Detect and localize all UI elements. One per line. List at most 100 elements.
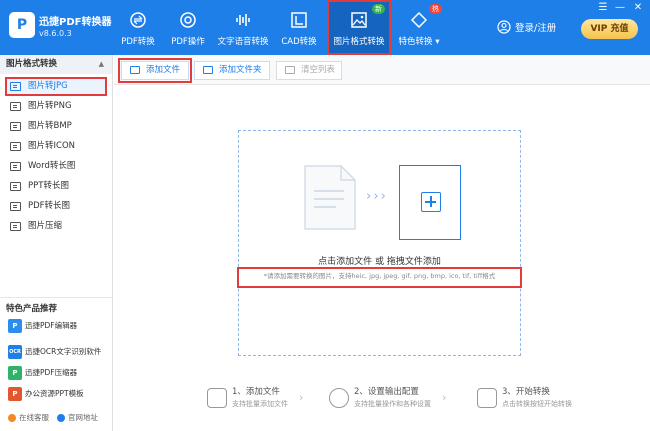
image-file-icon [10, 82, 21, 91]
nav-pdf-convert[interactable]: PDF转换 [113, 0, 163, 55]
nav-label: PDF转换 [121, 37, 155, 47]
folder-icon [203, 66, 213, 74]
nav-label: PDF操作 [171, 37, 205, 47]
gear-icon [329, 388, 349, 408]
nav-text-voice[interactable]: 文字语音转换 [213, 0, 273, 55]
product-pdf-compressor[interactable]: P 迅捷PDF压缩器 [6, 363, 111, 383]
sidebar-item-pdf-to-long-image[interactable]: PDF转长图 [6, 198, 106, 215]
add-folder-label: 添加文件夹 [219, 65, 262, 75]
app-window: P 迅捷PDF转换器 v8.6.0.3 PDF转换 PDF操作 文字语音转换 C… [0, 0, 650, 431]
step-title: 1、添加文件 [232, 387, 280, 397]
ppt-file-icon [10, 182, 21, 191]
website-link[interactable]: 官网地址 [68, 412, 98, 423]
clear-list-label: 清空列表 [301, 65, 336, 75]
sidebar-item-label: PDF转长图 [28, 201, 71, 211]
step-title: 3、开始转换 [502, 387, 550, 397]
nav-label: 图片格式转换 [333, 37, 385, 47]
nav-image-convert[interactable]: 图片格式转换 新 [327, 0, 391, 55]
product-pdf-editor[interactable]: P 迅捷PDF编辑器 [6, 316, 111, 336]
nav-cad-convert[interactable]: CAD转换 [273, 0, 325, 55]
steps-guide: 1、添加文件 支持批量添加文件 › 2、设置输出配置 支持批量操作和各种设置 ›… [114, 385, 650, 415]
chevron-up-icon: ▲ [98, 60, 104, 68]
step-add-file: 1、添加文件 支持批量添加文件 [207, 385, 288, 415]
product-ocr[interactable]: OCR 迅捷OCR文字识别软件 [6, 342, 111, 362]
product-label: 迅捷PDF压缩器 [25, 368, 78, 377]
sidebar-item-label: 图片压缩 [28, 221, 63, 231]
image-file-icon [10, 122, 21, 131]
ppt-template-icon: P [8, 387, 22, 401]
pdf-editor-icon: P [8, 319, 22, 333]
pdf-file-icon [10, 202, 21, 211]
product-label: 办公资源PPT模板 [25, 389, 84, 398]
sidebar-item-label: 图片转BMP [28, 121, 72, 131]
sidebar-item-word-to-long-image[interactable]: Word转长图 [6, 158, 106, 175]
sidebar-item-image-to-icon[interactable]: 图片转ICON [6, 138, 106, 155]
sidebar-item-image-to-jpg[interactable]: 图片转JPG [5, 77, 107, 96]
add-folder-button[interactable]: 添加文件夹 [194, 61, 270, 80]
main-panel: 添加文件 添加文件夹 清空列表 › › › 点击添加文件 或 拖拽文件添加 *请… [114, 55, 650, 431]
pdf-operation-icon [180, 12, 196, 28]
ocr-icon: OCR [8, 345, 22, 359]
sidebar-item-image-to-png[interactable]: 图片转PNG [6, 98, 106, 115]
app-logo-icon: P [9, 12, 35, 38]
menu-icon[interactable]: ☰ [596, 2, 610, 13]
minimize-icon[interactable]: — [613, 2, 627, 13]
sidebar-item-label: 图片转PNG [28, 101, 72, 111]
convert-step-icon [477, 388, 497, 408]
sidebar-section-header[interactable]: 图片格式转换 ▲ [0, 55, 112, 74]
text-voice-icon [236, 14, 250, 26]
nav-label: CAD转换 [281, 37, 317, 47]
image-file-icon [10, 102, 21, 111]
supported-formats-hint: *请添加需要转换的图片，支持heic, jpg, jpeg, gif, png,… [237, 267, 522, 288]
new-badge: 新 [372, 4, 385, 14]
sidebar: 图片格式转换 ▲ 图片转JPG 图片转PNG 图片转BMP 图片转ICON Wo… [0, 55, 113, 431]
vip-recharge-button[interactable]: VIP 充值 [581, 19, 638, 39]
sidebar-item-image-to-bmp[interactable]: 图片转BMP [6, 118, 106, 135]
app-name: 迅捷PDF转换器 [39, 17, 112, 28]
nav-label: 文字语音转换 [217, 37, 269, 47]
image-file-icon [10, 142, 21, 151]
login-button[interactable]: 登录/注册 [497, 20, 556, 34]
nav-pdf-operation[interactable]: PDF操作 [163, 0, 213, 55]
clear-list-button[interactable]: 清空列表 [276, 61, 342, 80]
step-title: 2、设置输出配置 [354, 387, 419, 397]
sidebar-item-label: 图片转JPG [28, 81, 68, 91]
online-service-link[interactable]: 在线客服 [19, 412, 49, 423]
top-header: P 迅捷PDF转换器 v8.6.0.3 PDF转换 PDF操作 文字语音转换 C… [0, 0, 650, 55]
special-convert-icon [410, 11, 428, 29]
compress-icon [10, 222, 21, 231]
customer-service-icon [8, 413, 16, 422]
step-subtitle: 支持批量添加文件 [232, 400, 288, 408]
login-label: 登录/注册 [515, 23, 557, 34]
app-version: v8.6.0.3 [39, 29, 72, 38]
sidebar-item-label: PPT转长图 [28, 181, 69, 191]
product-ppt-templates[interactable]: P 办公资源PPT模板 [6, 384, 111, 404]
sidebar-footer: 在线客服 官网地址 [8, 412, 98, 423]
word-file-icon [10, 162, 21, 171]
nav-special-convert[interactable]: 特色转换 ▾ 热 [393, 0, 445, 55]
chevron-right-icon: › [299, 391, 304, 404]
add-box[interactable] [399, 165, 461, 240]
divider [0, 297, 112, 298]
sidebar-item-ppt-to-long-image[interactable]: PPT转长图 [6, 178, 106, 195]
sidebar-item-image-compress[interactable]: 图片压缩 [6, 218, 106, 235]
pdf-compressor-icon: P [8, 366, 22, 380]
step-subtitle: 支持批量操作和各种设置 [354, 400, 431, 408]
products-title: 特色产品推荐 [6, 304, 58, 314]
sidebar-section-title: 图片格式转换 [6, 59, 58, 69]
add-file-icon [130, 66, 140, 74]
arrow-right-icon: › › › [366, 189, 386, 204]
user-icon [497, 20, 511, 34]
drop-zone-title: 点击添加文件 或 拖拽文件添加 [318, 257, 441, 267]
file-drop-zone[interactable]: › › › 点击添加文件 或 拖拽文件添加 *请添加需要转换的图片，支持heic… [237, 130, 522, 356]
add-file-button[interactable]: 添加文件 [118, 58, 192, 83]
website-icon [57, 413, 65, 422]
step-subtitle: 点击转换按钮开始转换 [502, 400, 572, 408]
cad-convert-icon [291, 12, 307, 28]
nav-label: 特色转换 ▾ [398, 37, 440, 47]
image-convert-icon [351, 12, 367, 28]
add-step-icon [207, 388, 227, 408]
toolbar: 添加文件 添加文件夹 清空列表 [114, 55, 650, 85]
close-icon[interactable]: ✕ [631, 2, 645, 13]
document-icon [304, 165, 356, 230]
